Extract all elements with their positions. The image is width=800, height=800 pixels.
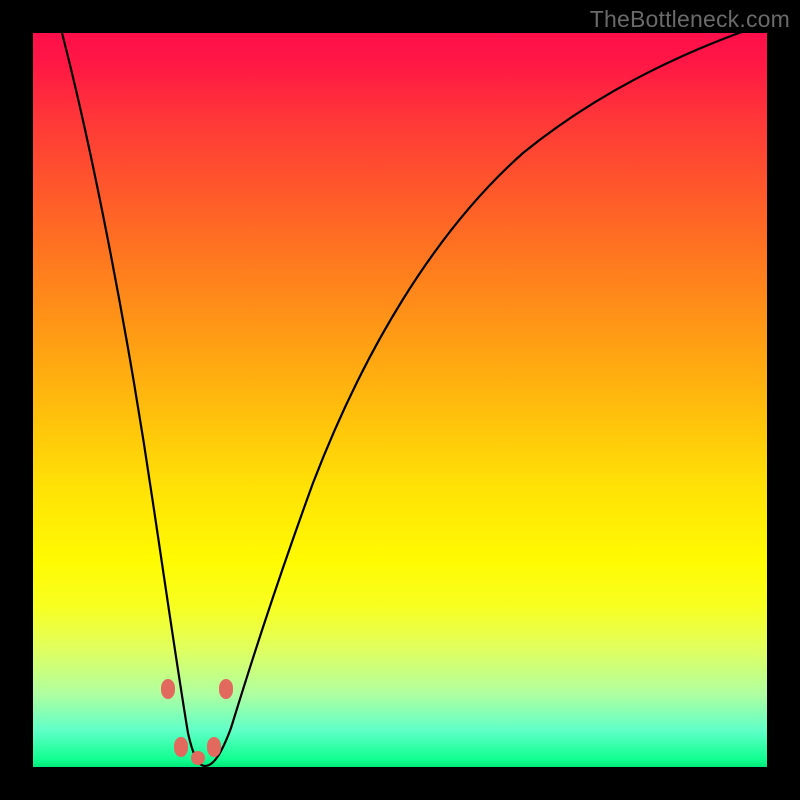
watermark-text: TheBottleneck.com [590, 6, 790, 33]
chart-overlay [33, 33, 767, 767]
bead-icon [207, 737, 221, 757]
chart-container: TheBottleneck.com [0, 0, 800, 800]
bottleneck-curve [62, 33, 767, 766]
bead-icon [161, 679, 175, 699]
bead-icon [174, 737, 188, 757]
plot-area [33, 33, 767, 767]
bead-icon [191, 751, 205, 765]
optimum-beads [161, 679, 233, 765]
bead-icon [219, 679, 233, 699]
